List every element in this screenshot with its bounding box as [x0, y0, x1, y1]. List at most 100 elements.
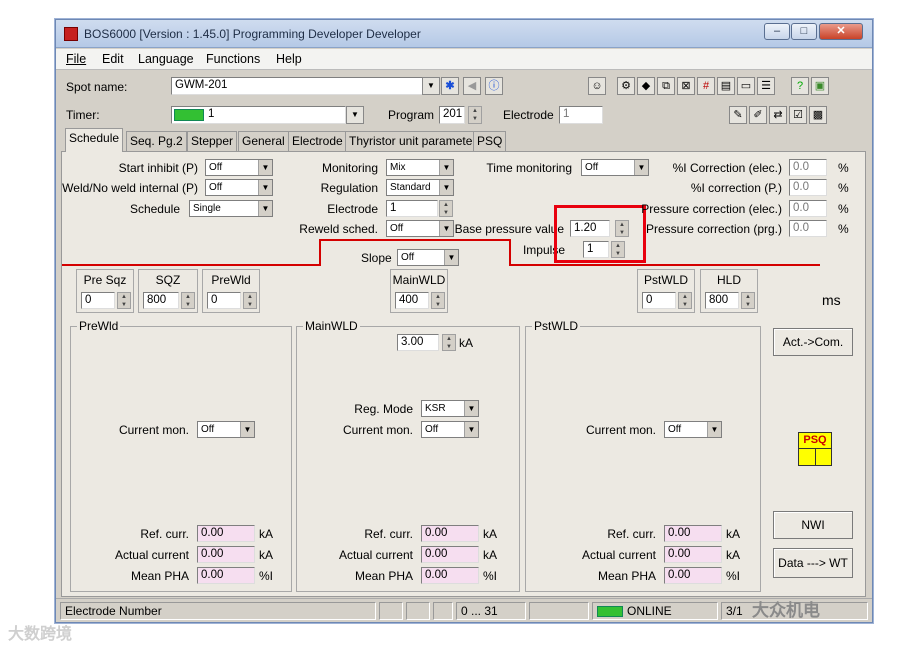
chart-icon[interactable]: ⊠: [677, 77, 695, 95]
mainwld-ref-curr-field[interactable]: 0.00: [421, 525, 479, 542]
mainwld-current-mon-select[interactable]: Off ▼: [421, 421, 479, 438]
pstwld-current-mon-select[interactable]: Off ▼: [664, 421, 722, 438]
info-icon[interactable]: ⓘ: [485, 77, 503, 95]
slope-select[interactable]: Off ▼: [397, 249, 459, 266]
hld-field[interactable]: 800: [705, 292, 739, 309]
pre-sqz-field[interactable]: 0: [81, 292, 115, 309]
mainwld-actual-label: Actual current: [338, 548, 413, 562]
pstwld-group: PstWLD Current mon. Off ▼ Ref. curr. 0.00…: [525, 319, 761, 592]
mainwld-pha-label: Mean PHA: [354, 569, 413, 583]
prewld-current-mon-select[interactable]: Off ▼: [197, 421, 255, 438]
pstwld-actual-label: Actual current: [581, 548, 656, 562]
status-blank-3: [433, 602, 453, 620]
asterisk-icon[interactable]: ✱: [441, 77, 459, 95]
help-icon[interactable]: ?: [791, 77, 809, 95]
grid-icon[interactable]: #: [697, 77, 715, 95]
tools-icon[interactable]: ✎: [729, 106, 747, 124]
prewld-spinner[interactable]: ▲ ▼: [243, 292, 257, 309]
sqz-box: SQZ 800 ▲ ▼: [138, 269, 198, 313]
sqz-spinner[interactable]: ▲ ▼: [181, 292, 195, 309]
data-wt-button[interactable]: Data ---> WT: [773, 548, 853, 578]
mainwld-field[interactable]: 400: [395, 292, 429, 309]
tray-icon[interactable]: ▭: [737, 77, 755, 95]
user-icon[interactable]: ☺: [588, 77, 606, 95]
timer-label: Timer:: [66, 108, 100, 122]
close-button[interactable]: ✕: [819, 23, 863, 40]
pstwld-actual-field[interactable]: 0.00: [664, 546, 722, 563]
mainwld-pha-field[interactable]: 0.00: [421, 567, 479, 584]
electrode-top-field[interactable]: 1: [559, 106, 603, 124]
tab-electrode[interactable]: Electrode: [288, 131, 347, 151]
menu-bar: File Edit Language Functions Help: [56, 49, 872, 70]
program-field[interactable]: 201: [439, 106, 465, 124]
connector-icon: [174, 109, 204, 121]
pstwld-pha-label: Mean PHA: [597, 569, 656, 583]
prewld-field[interactable]: 0: [207, 292, 241, 309]
tab-psq[interactable]: PSQ: [473, 131, 507, 151]
maximize-button[interactable]: □: [791, 23, 817, 40]
copy-icon[interactable]: ⧉: [657, 77, 675, 95]
mainwld-current-spinner[interactable]: ▲ ▼: [442, 334, 456, 351]
spot-dropdown-arrow[interactable]: ▼: [422, 77, 440, 95]
nwi-button[interactable]: NWI: [773, 511, 853, 539]
pstwld-field[interactable]: 0: [642, 292, 676, 309]
list-icon[interactable]: ☰: [757, 77, 775, 95]
spot-name-field[interactable]: GWM-201: [171, 77, 423, 95]
prewld-label: PreWld: [211, 273, 251, 287]
checklist-icon[interactable]: ☑: [789, 106, 807, 124]
prewld-actual-label: Actual current: [114, 548, 189, 562]
mainwld-actual-unit: kA: [483, 548, 498, 562]
mainwld-actual-field[interactable]: 0.00: [421, 546, 479, 563]
navigate-icon[interactable]: ◆: [637, 77, 655, 95]
mainwld-current-field[interactable]: 3.00: [397, 334, 439, 351]
prewld-actual-field[interactable]: 0.00: [197, 546, 255, 563]
prewld-pha-label: Mean PHA: [130, 569, 189, 583]
program-label: Program: [388, 108, 435, 122]
minimize-button[interactable]: –: [764, 23, 790, 40]
mainwld-spinner[interactable]: ▲ ▼: [431, 292, 445, 309]
menu-language[interactable]: Language: [138, 52, 194, 66]
tab-schedule[interactable]: Schedule: [65, 128, 124, 152]
menu-functions[interactable]: Functions: [206, 52, 260, 66]
prewld-ref-curr-label: Ref. curr.: [140, 527, 189, 541]
prewld-group: PreWld Current mon. Off ▼ Ref. curr. 0.00…: [70, 319, 292, 592]
pre-sqz-label: Pre Sqz: [83, 273, 127, 287]
mainwld-current-unit: kA: [459, 336, 474, 350]
tab-thyristor[interactable]: Thyristor unit parameter: [345, 131, 481, 151]
back-arrow-icon[interactable]: ◀: [463, 77, 481, 95]
document-icon[interactable]: ▤: [717, 77, 735, 95]
online-connector-icon: [597, 606, 623, 617]
pstwld-pha-field[interactable]: 0.00: [664, 567, 722, 584]
prewld-ref-curr-field[interactable]: 0.00: [197, 525, 255, 542]
program-spinner[interactable]: ▲ ▼: [468, 106, 482, 124]
pstwld-ref-curr-field[interactable]: 0.00: [664, 525, 722, 542]
schedule-panel: Start inhibit (P) Off ▼ Weld/No weld inte…: [61, 151, 866, 597]
menu-help[interactable]: Help: [276, 52, 302, 66]
tab-stepper[interactable]: Stepper: [187, 131, 238, 151]
reg-mode-select[interactable]: KSR ▼: [421, 400, 479, 417]
pattern-icon[interactable]: ▩: [809, 106, 827, 124]
gear-icon[interactable]: ⚙: [617, 77, 635, 95]
status-range: 0 ... 31: [456, 602, 526, 620]
pstwld-group-title: PstWLD: [532, 319, 581, 333]
hld-spinner[interactable]: ▲ ▼: [741, 292, 755, 309]
prewld-pha-field[interactable]: 0.00: [197, 567, 255, 584]
slope-label: Slope: [361, 251, 392, 265]
prewld-actual-unit: kA: [259, 548, 274, 562]
pstwld-pha-unit: %I: [726, 569, 741, 583]
tab-general[interactable]: General: [238, 131, 289, 151]
pstwld-spinner[interactable]: ▲ ▼: [678, 292, 692, 309]
act-com-button[interactable]: Act.->Com.: [773, 328, 853, 356]
menu-edit[interactable]: Edit: [102, 52, 124, 66]
edit-icon[interactable]: ✐: [749, 106, 767, 124]
watermark-right: 大众机电: [752, 601, 820, 620]
transfer-icon[interactable]: ⇄: [769, 106, 787, 124]
exit-icon[interactable]: ▣: [811, 77, 829, 95]
prewld-current-mon-label: Current mon.: [118, 423, 189, 437]
sqz-field[interactable]: 800: [143, 292, 179, 309]
pre-sqz-spinner[interactable]: ▲ ▼: [117, 292, 131, 309]
pstwld-actual-unit: kA: [726, 548, 741, 562]
tab-seq-pg2[interactable]: Seq. Pg.2: [126, 131, 187, 151]
timer-dropdown-arrow[interactable]: ▼: [346, 106, 364, 124]
menu-file[interactable]: File: [66, 52, 86, 66]
